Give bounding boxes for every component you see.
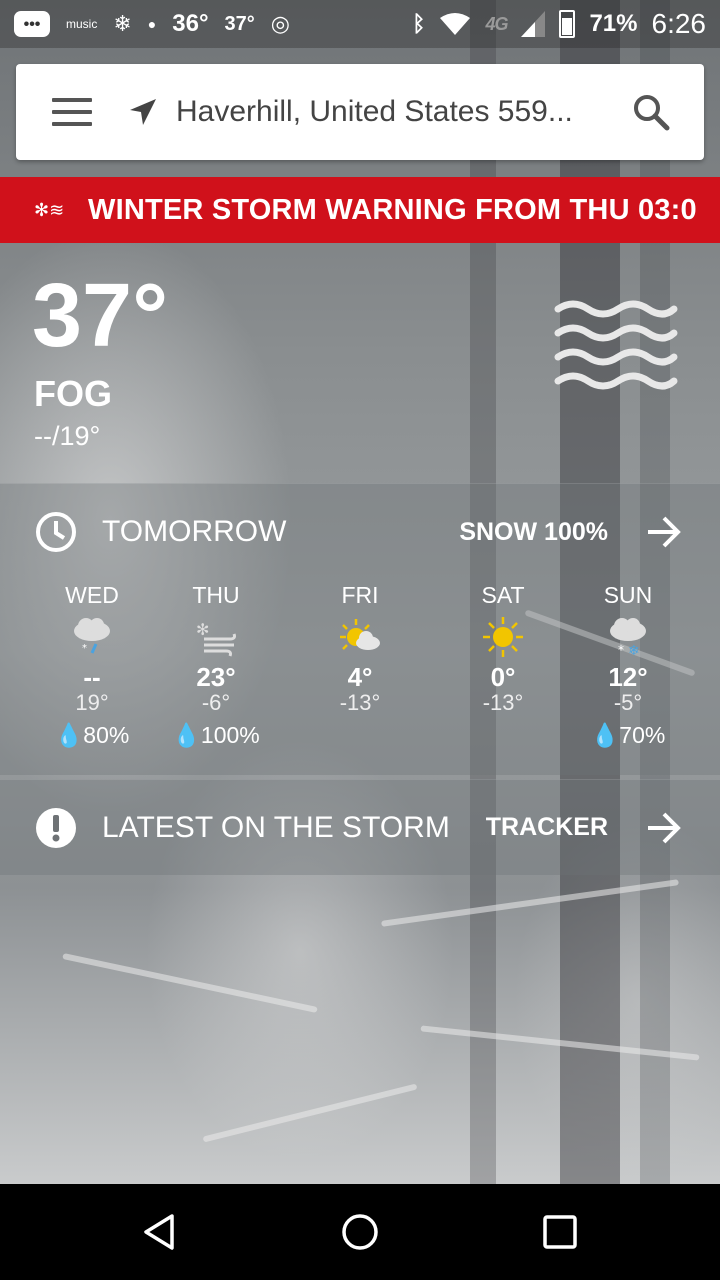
- snow-chance-link[interactable]: SNOW 100%: [459, 518, 608, 547]
- snowflake-icon: ❄: [113, 11, 132, 36]
- location-search-bar[interactable]: Haverhill, United States 559...: [16, 64, 704, 160]
- current-conditions[interactable]: 37° FOG --/19°: [0, 243, 720, 483]
- tomorrow-label: TOMORROW: [102, 515, 287, 548]
- storm-news-row[interactable]: LATEST ON THE STORM TRACKER: [0, 779, 720, 875]
- messages-icon: •••: [14, 11, 50, 37]
- snow-icon: * ❄: [558, 612, 698, 662]
- home-icon[interactable]: [338, 1210, 382, 1254]
- snowy-branch: [381, 879, 679, 927]
- forecast-day-fri[interactable]: FRI 4° -13°: [290, 582, 430, 722]
- search-icon[interactable]: [632, 93, 670, 131]
- status-temp-b: 37°: [224, 12, 255, 35]
- snowy-branch: [62, 953, 318, 1013]
- battery-percent: 71%: [589, 10, 638, 37]
- day-high: --: [83, 662, 101, 692]
- arrow-right-icon[interactable]: [646, 810, 682, 846]
- snow-wind-icon: ✻: [146, 612, 286, 662]
- signal-icon: [521, 11, 546, 37]
- day-low: -13°: [339, 690, 381, 715]
- amazon-music-icon: music: [66, 18, 97, 30]
- day-low: -13°: [482, 690, 524, 715]
- current-temperature: 37°: [32, 266, 169, 366]
- storm-tracker-link[interactable]: TRACKER: [486, 813, 608, 842]
- current-condition: FOG: [34, 373, 112, 414]
- svg-text:❄: ❄: [628, 643, 640, 657]
- status-bar: ••• music ❄ ● 36° 37° ◎ ᛒ 4G 71% 6:26: [0, 0, 720, 48]
- music-label: music: [66, 17, 98, 31]
- wifi-icon: [440, 13, 471, 35]
- partly-cloudy-icon: [290, 612, 430, 662]
- back-icon[interactable]: [138, 1210, 182, 1254]
- recents-icon[interactable]: [538, 1210, 582, 1254]
- forecast-day-sat[interactable]: SAT 0° -13°: [433, 582, 573, 722]
- rain-snow-icon: *: [22, 612, 162, 662]
- clock: 6:26: [651, 8, 707, 39]
- sunny-icon: [433, 612, 573, 662]
- arrow-right-icon[interactable]: [646, 514, 682, 550]
- day-precip: 💧80%: [54, 722, 130, 748]
- precip-value: 80%: [83, 722, 130, 748]
- leaf-icon: ●: [147, 16, 157, 32]
- day-low: -6°: [201, 690, 231, 715]
- snowy-branch: [202, 1083, 418, 1143]
- forecast-day-wed[interactable]: WED * -- 19° 💧80%: [22, 582, 162, 752]
- svg-text:*: *: [82, 643, 87, 654]
- day-name: FRI: [341, 582, 379, 608]
- alert-text: WINTER STORM WARNING FROM THU 03:0: [88, 193, 697, 226]
- forecast-day-sun[interactable]: SUN * ❄ 12° -5° 💧70%: [558, 582, 698, 752]
- day-name: WED: [65, 582, 119, 608]
- storm-label: LATEST ON THE STORM: [102, 810, 450, 844]
- winter-storm-alert-banner[interactable]: ✻≋ WINTER STORM WARNING FROM THU 03:0: [0, 177, 720, 243]
- day-precip: 💧70%: [590, 722, 666, 748]
- forecast-panel: TOMORROW SNOW 100% WED * -- 19° 💧80% THU…: [0, 483, 720, 775]
- target-icon: ◎: [270, 11, 290, 36]
- system-navigation-bar: [0, 1184, 720, 1280]
- day-high: 12°: [608, 662, 648, 692]
- alert-exclamation-icon: [36, 807, 76, 848]
- forecast-day-thu[interactable]: THU ✻ 23° -6° 💧100%: [146, 582, 286, 752]
- lte-label: 4G: [485, 13, 508, 34]
- menu-icon[interactable]: [52, 98, 92, 126]
- fog-icon: [554, 300, 678, 390]
- day-low: 19°: [75, 690, 109, 715]
- location-arrow-icon[interactable]: [128, 97, 158, 127]
- day-high: 23°: [196, 662, 236, 692]
- day-low: -5°: [613, 690, 643, 715]
- clock-icon: [36, 512, 76, 552]
- bluetooth-icon: ᛒ: [412, 11, 426, 36]
- tomorrow-row[interactable]: TOMORROW SNOW 100%: [0, 484, 720, 580]
- svg-text:*: *: [618, 643, 624, 657]
- snow-wind-icon: ✻≋: [34, 200, 65, 220]
- day-precip: 💧100%: [172, 722, 260, 748]
- precip-value: 70%: [619, 722, 666, 748]
- precip-value: 100%: [200, 722, 260, 748]
- day-high: 0°: [490, 662, 516, 692]
- location-text[interactable]: Haverhill, United States 559...: [176, 95, 596, 129]
- current-hi-lo: --/19°: [34, 421, 101, 451]
- day-name: SAT: [481, 582, 525, 608]
- day-name: SUN: [603, 582, 653, 608]
- day-high: 4°: [347, 662, 373, 692]
- battery-icon: [559, 10, 576, 38]
- status-temp-a: 36°: [172, 10, 209, 37]
- svg-text:✻: ✻: [196, 620, 209, 639]
- day-name: THU: [192, 582, 240, 608]
